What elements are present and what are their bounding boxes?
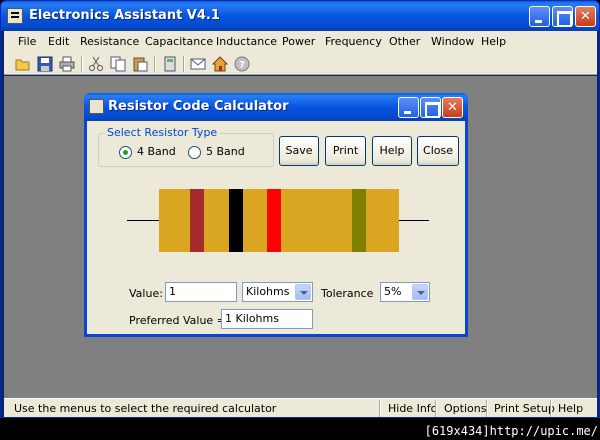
dialog-close-x-button[interactable]: ✕ (442, 97, 463, 118)
chevron-down-icon[interactable] (412, 284, 428, 300)
radio-4-band-label[interactable]: 4 Band (137, 145, 176, 158)
help-button[interactable]: Help (372, 136, 412, 166)
watermark-text: [619x434]http://upic.me/ (424, 424, 598, 438)
resistor-lead-left (127, 220, 159, 221)
value-label: Value: (129, 287, 163, 300)
dialog-maximize-button[interactable] (420, 97, 441, 118)
unit-select-value: Kilohms (246, 285, 290, 298)
menu-help[interactable]: Help (481, 35, 506, 48)
close-window-button[interactable]: ✕ (575, 6, 596, 27)
dialog-title: Resistor Code Calculator (108, 99, 289, 114)
resistor-code-dialog: Resistor Code Calculator ✕ Select Resist… (84, 93, 468, 337)
resistor-band-3 (267, 189, 281, 252)
maximize-icon (421, 98, 440, 118)
menu-edit[interactable]: Edit (48, 35, 69, 48)
copy-icon[interactable] (110, 56, 126, 72)
tolerance-select-value: 5% (384, 285, 402, 298)
status-divider (379, 400, 381, 417)
minimize-icon (399, 98, 418, 117)
options-button[interactable]: Options (440, 399, 490, 417)
status-message: Use the menus to select the required cal… (14, 402, 277, 415)
resistor-body (159, 189, 399, 252)
resistor-band-4 (352, 189, 366, 252)
menu-inductance[interactable]: Inductance (216, 35, 277, 48)
print-setup-button[interactable]: Print Setup (490, 399, 559, 417)
menu-window[interactable]: Window (431, 35, 474, 48)
help-icon[interactable]: ? (234, 56, 250, 72)
menu-power[interactable]: Power (282, 35, 315, 48)
chevron-down-icon[interactable] (295, 284, 311, 300)
app-title: Electronics Assistant V4.1 (29, 8, 220, 23)
resistor-lead-right (399, 220, 429, 221)
toolbar-separator (154, 56, 156, 72)
save-disk-icon[interactable] (37, 56, 53, 72)
resistor-band-2 (229, 189, 243, 252)
dialog-minimize-button[interactable] (398, 97, 419, 118)
status-bar: Use the menus to select the required cal… (4, 398, 597, 417)
group-label: Select Resistor Type (105, 126, 220, 139)
status-divider (550, 400, 552, 417)
preferred-value-label: Preferred Value = (129, 314, 226, 327)
resistor-type-group: Select Resistor Type 4 Band 5 Band (98, 126, 274, 167)
calculator-icon[interactable] (162, 56, 178, 72)
close-icon: ✕ (580, 9, 591, 24)
value-input[interactable]: 1 (165, 282, 237, 302)
toolbar-separator (183, 56, 185, 72)
print-button[interactable]: Print (325, 136, 366, 166)
radio-5-band-label[interactable]: 5 Band (206, 145, 245, 158)
menu-capacitance[interactable]: Capacitance (145, 35, 213, 48)
dialog-icon[interactable] (89, 99, 104, 114)
hide-info-button[interactable]: Hide Info (384, 399, 441, 417)
toolbar: ? (4, 53, 597, 75)
menu-resistance[interactable]: Resistance (80, 35, 139, 48)
paste-icon[interactable] (132, 56, 148, 72)
svg-text:?: ? (239, 60, 245, 71)
status-divider (486, 400, 488, 417)
maximize-button[interactable] (552, 6, 573, 27)
unit-select[interactable]: Kilohms (242, 282, 313, 302)
open-folder-icon[interactable] (15, 56, 31, 72)
app-icon[interactable] (7, 8, 23, 24)
tolerance-label: Tolerance (321, 287, 374, 300)
menu-other[interactable]: Other (389, 35, 420, 48)
home-icon[interactable] (212, 56, 228, 72)
email-icon[interactable] (190, 56, 206, 72)
menu-bar: File Edit Resistance Capacitance Inducta… (4, 31, 597, 53)
print-icon[interactable] (59, 56, 75, 72)
resistor-graphic (127, 189, 429, 253)
resistor-band-1 (190, 189, 204, 252)
cut-icon[interactable] (88, 56, 104, 72)
menu-frequency[interactable]: Frequency (325, 35, 382, 48)
save-button[interactable]: Save (279, 136, 319, 166)
status-divider (435, 400, 437, 417)
dialog-title-bar[interactable]: Resistor Code Calculator ✕ (84, 93, 468, 121)
radio-5-band[interactable] (188, 146, 201, 159)
minimize-icon (530, 7, 549, 26)
minimize-button[interactable] (529, 6, 550, 27)
close-icon: ✕ (447, 100, 458, 115)
close-button[interactable]: Close (417, 136, 459, 166)
radio-4-band[interactable] (119, 146, 132, 159)
maximize-icon (553, 7, 572, 27)
preferred-value-field[interactable]: 1 Kilohms (221, 309, 313, 329)
status-help-button[interactable]: Help (554, 399, 587, 417)
toolbar-separator (81, 56, 83, 72)
tolerance-select[interactable]: 5% (380, 282, 430, 302)
menu-file[interactable]: File (18, 35, 36, 48)
title-bar[interactable]: Electronics Assistant V4.1 ✕ (1, 1, 599, 31)
